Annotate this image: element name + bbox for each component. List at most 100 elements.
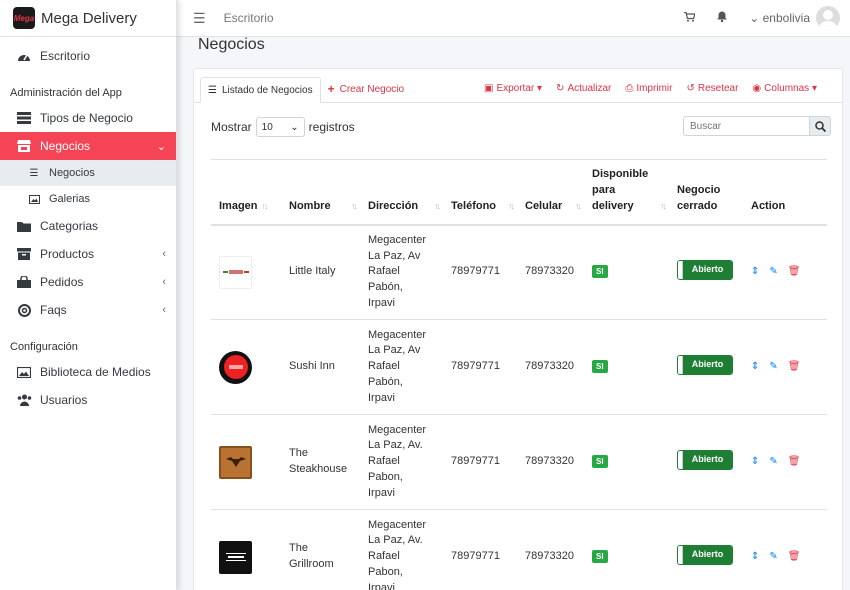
cerrado-toggle[interactable]: Abierto	[677, 449, 733, 470]
edit-icon[interactable]: ✎	[769, 454, 777, 470]
print-button[interactable]: ⎙ Imprimir	[625, 83, 672, 94]
cart-icon[interactable]	[684, 11, 697, 25]
cell-cerrado: Abierto	[669, 225, 743, 320]
cell-action: ⇕ ✎ 🗑	[743, 510, 827, 590]
image-icon	[16, 365, 32, 379]
refresh-button[interactable]: ↻ Actualizar	[556, 83, 611, 94]
list-icon	[16, 111, 32, 125]
dir-line: Megacenter	[368, 233, 427, 246]
sort-handle-icon[interactable]: ⇕	[751, 359, 759, 375]
registros-label: registros	[308, 120, 355, 134]
sort-handle-icon[interactable]: ⇕	[751, 454, 759, 470]
brand[interactable]: Mega Mega Delivery	[0, 0, 176, 37]
tab-crear[interactable]: + Crear Negocio	[321, 76, 412, 102]
cell-cerrado: Abierto	[669, 415, 743, 510]
columns-button[interactable]: ◉ Columnas ▾	[752, 83, 817, 94]
col-telefono[interactable]: Teléfono ↑↓	[443, 160, 517, 225]
dir-line: Irpavi	[368, 581, 395, 590]
export-button[interactable]: ▣ Exportar ▾	[484, 83, 542, 94]
shopping-bag-icon	[16, 275, 32, 289]
sidebar-item-categorias[interactable]: Categorias	[0, 212, 176, 240]
tab-listado[interactable]: ☰ Listado de Negocios	[200, 77, 321, 103]
edit-icon[interactable]: ✎	[769, 264, 777, 280]
sidebar-item-faqs[interactable]: Faqs ‹	[0, 296, 176, 324]
list-icon: ☰	[208, 84, 217, 96]
sidebar-item-label: Usuarios	[40, 393, 88, 407]
nombre-text: Grillroom	[289, 558, 334, 570]
toggle-label: Abierto	[683, 260, 732, 279]
page-size-select[interactable]: 10 ⌄	[255, 117, 305, 137]
trash-icon[interactable]: 🗑	[788, 359, 801, 375]
col-cerrado[interactable]: Negocio cerrado	[669, 160, 743, 225]
reset-label: Resetear	[697, 83, 739, 94]
col-nombre[interactable]: Nombre ↑↓	[281, 160, 360, 225]
search-input[interactable]	[683, 116, 810, 136]
sidebar-subitem-galerias[interactable]: Galerias	[0, 186, 176, 212]
col-celular[interactable]: Celular ↑↓	[517, 160, 584, 225]
topbar-link-escritorio[interactable]: Escritorio	[224, 11, 274, 25]
chevron-left-icon: ‹	[162, 248, 166, 260]
table-header-row: Imagen ↑↓ Nombre ↑↓ Dirección ↑↓ Teléfono ↑↓…	[211, 159, 827, 225]
delivery-badge: SI	[592, 265, 608, 279]
avatar[interactable]	[816, 6, 840, 30]
sort-handle-icon[interactable]: ⇕	[751, 549, 759, 565]
col-disponible[interactable]: Disponible para delivery ↑↓	[584, 160, 669, 225]
sidebar-subitem-negocios[interactable]: ☰ Negocios	[0, 160, 176, 186]
sidebar-item-pedidos[interactable]: Pedidos ‹	[0, 268, 176, 296]
sidebar-item-escritorio[interactable]: Escritorio	[0, 42, 176, 70]
sidebar-item-tipos[interactable]: Tipos de Negocio	[0, 104, 176, 132]
sort-icon: ↑↓	[660, 200, 667, 211]
cerrado-toggle[interactable]: Abierto	[677, 354, 733, 375]
nombre-text: Steakhouse	[289, 463, 348, 475]
edit-icon[interactable]: ✎	[769, 549, 777, 565]
sidebar-item-biblioteca[interactable]: Biblioteca de Medios	[0, 358, 176, 386]
sort-handle-icon[interactable]: ⇕	[751, 264, 759, 280]
eye-icon: ◉	[752, 83, 762, 94]
cell-direccion: Megacenter La Paz, Av Rafael Pabón, Irpavi	[360, 225, 443, 320]
chevron-left-icon: ‹	[162, 304, 166, 316]
col-label: delivery	[592, 199, 634, 212]
sidebar-item-label: Faqs	[40, 303, 67, 317]
trash-icon[interactable]: 🗑	[788, 549, 801, 565]
trash-icon[interactable]: 🗑	[788, 454, 801, 470]
sidebar-item-label: Categorias	[40, 219, 99, 233]
chevron-left-icon: ‹	[162, 276, 166, 288]
cerrado-toggle[interactable]: Abierto	[677, 544, 733, 565]
bars-icon: ☰	[29, 167, 39, 179]
cell-telefono: 78979771	[451, 265, 500, 278]
edit-icon[interactable]: ✎	[769, 359, 777, 375]
sort-icon: ↑↓	[575, 200, 582, 211]
dir-line: Irpavi	[368, 296, 395, 309]
cell-telefono: 78979771	[451, 550, 500, 563]
delivery-badge: SI	[592, 455, 608, 469]
menu-toggle-icon[interactable]: ☰	[193, 10, 206, 27]
bell-icon[interactable]	[717, 11, 728, 25]
box-icon	[16, 247, 32, 261]
topbar: ☰ Escritorio ⌄ enbolivia	[177, 0, 850, 37]
dir-line: Rafael	[368, 360, 400, 373]
folder-icon	[16, 219, 32, 233]
refresh-label: Actualizar	[567, 83, 612, 94]
tab-bar: ☰ Listado de Negocios + Crear Negocio ▣ E…	[194, 69, 842, 103]
table-row: Sushi Inn Megacenter La Paz, Av Rafael Pabó…	[211, 320, 827, 415]
cerrado-toggle[interactable]: Abierto	[677, 259, 733, 280]
table-row: Little Italy Megacenter La Paz, Av Rafael P…	[211, 225, 827, 320]
col-direccion[interactable]: Dirección ↑↓	[360, 160, 443, 225]
reset-button[interactable]: ↺ Resetear	[686, 83, 738, 94]
page-size-value: 10	[261, 121, 273, 133]
trash-icon[interactable]: 🗑	[788, 264, 801, 280]
sidebar-item-usuarios[interactable]: Usuarios	[0, 386, 176, 414]
sidebar-item-productos[interactable]: Productos ‹	[0, 240, 176, 268]
sort-icon: ↑↓	[261, 200, 269, 211]
toolbar: ▣ Exportar ▾ ↻ Actualizar ⎙ Imprimir ↺ Reset…	[470, 83, 817, 94]
cell-action: ⇕ ✎ 🗑	[743, 225, 827, 320]
dir-line: Megacenter	[368, 518, 427, 531]
search-button[interactable]	[810, 116, 831, 136]
cell-action: ⇕ ✎ 🗑	[743, 320, 827, 415]
cell-nombre: The Steakhouse	[281, 415, 360, 510]
col-imagen[interactable]: Imagen ↑↓	[211, 160, 281, 225]
col-label: Nombre	[289, 199, 331, 212]
user-menu[interactable]: ⌄ enbolivia	[749, 11, 810, 25]
little-italy-logo	[219, 255, 252, 289]
sidebar-item-negocios[interactable]: Negocios ⌄	[0, 132, 176, 160]
